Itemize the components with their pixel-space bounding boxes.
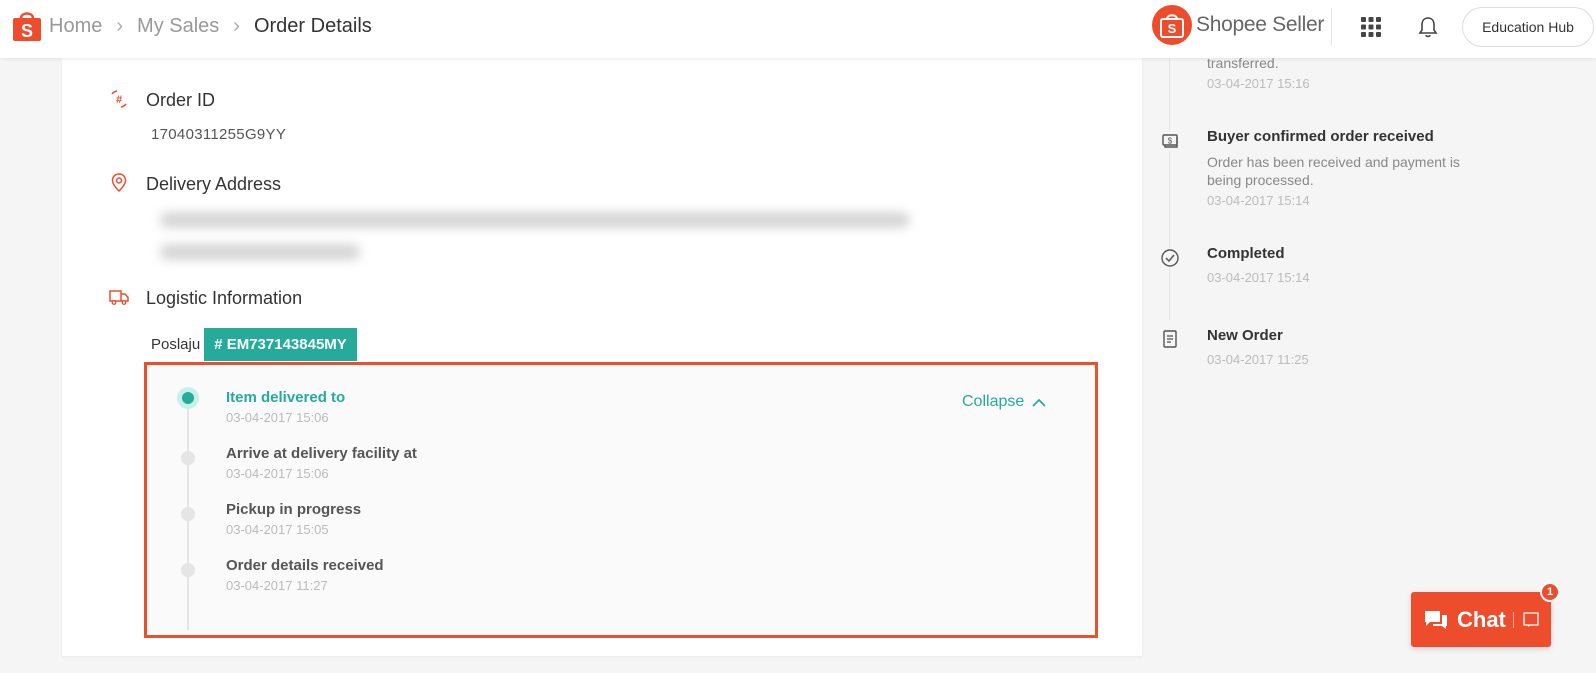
chat-divider [1513,612,1514,628]
breadcrumb-my-sales[interactable]: My Sales [137,15,219,38]
status-event-time: 03-04-2017 15:14 [1207,193,1310,208]
chat-bubble-icon [1425,610,1447,629]
tracking-history-panel: Item delivered to 03-04-2017 15:06 Arriv… [144,362,1098,638]
chevron-up-icon [1032,398,1046,407]
money-icon: $ [1160,131,1180,151]
order-id-value: 17040311255G9YY [151,126,287,143]
tracking-number-badge[interactable]: # EM737143845MY [204,328,357,361]
status-event-time: 03-04-2017 15:14 [1207,270,1310,285]
tracking-dot [181,563,195,577]
tracking-event-title: Order details received [226,557,384,574]
status-event-desc: Order has been received and payment is b… [1207,154,1460,188]
svg-text:$: $ [1168,137,1173,146]
status-event-time: 03-04-2017 15:16 [1207,76,1310,91]
carrier-name: Poslaju [151,336,201,353]
order-details-card: # Order ID 17040311255G9YY Delivery Addr… [62,58,1142,656]
education-hub-button[interactable]: Education Hub [1462,7,1594,47]
breadcrumb: Home › My Sales › Order Details [49,15,372,38]
delivery-address-redacted [152,206,924,266]
tracking-event-title: Pickup in progress [226,501,362,518]
chevron-right-icon: › [116,15,124,37]
header-divider [1331,8,1332,46]
chat-unread-badge: 1 [1540,582,1560,602]
tracking-event-time: 03-04-2017 15:06 [226,466,329,481]
order-id-label: Order ID [146,90,216,110]
hash-icon: # [111,90,127,108]
document-icon [1160,329,1180,349]
chevron-right-icon: › [233,15,240,37]
tracking-dot [181,507,195,521]
collapse-button[interactable]: Collapse [962,393,1046,411]
apps-grid-icon[interactable] [1361,17,1381,37]
truck-icon [109,290,129,305]
check-circle-icon [1160,248,1180,268]
carrier-row: Poslaju # EM737143845MY [151,328,357,361]
tracking-event-title: Arrive at delivery facility at [226,445,417,462]
collapse-label: Collapse [962,393,1025,410]
status-event-title: Buyer confirmed order received [1207,128,1434,145]
status-event-title: New Order [1207,327,1283,344]
tracking-event-time: 03-04-2017 11:27 [226,578,328,593]
svg-text:S: S [21,21,33,41]
logistic-information-label: Logistic Information [146,288,303,308]
chat-label: Chat [1457,606,1506,632]
svg-text:S: S [1168,21,1177,36]
minimize-icon[interactable] [1523,612,1539,628]
status-event-time: 03-04-2017 11:25 [1207,352,1309,367]
status-timeline-line [1169,58,1170,320]
chat-button[interactable]: Chat [1411,592,1551,647]
shopee-bag-icon: S [1152,5,1192,45]
tracking-event-title: Item delivered to [226,389,346,406]
tracking-event-time: 03-04-2017 15:05 [226,522,329,537]
tracking-dot [181,451,195,465]
brand-name: Shopee Seller [1196,13,1325,36]
breadcrumb-home[interactable]: Home [49,15,102,38]
status-event-title: Completed [1207,245,1285,262]
svg-text:#: # [116,94,122,106]
tracking-event-time: 03-04-2017 15:06 [226,410,329,425]
shopee-seller-brand[interactable]: S Shopee Seller [1152,5,1324,45]
shopee-logo-icon[interactable]: S [12,9,42,42]
location-pin-icon [111,173,127,193]
top-header: S Home › My Sales › Order Details S Shop… [0,0,1596,58]
breadcrumb-current: Order Details [253,15,372,37]
tracking-dot-active [177,387,199,409]
bell-icon[interactable] [1418,16,1438,38]
delivery-address-label: Delivery Address [146,174,282,194]
